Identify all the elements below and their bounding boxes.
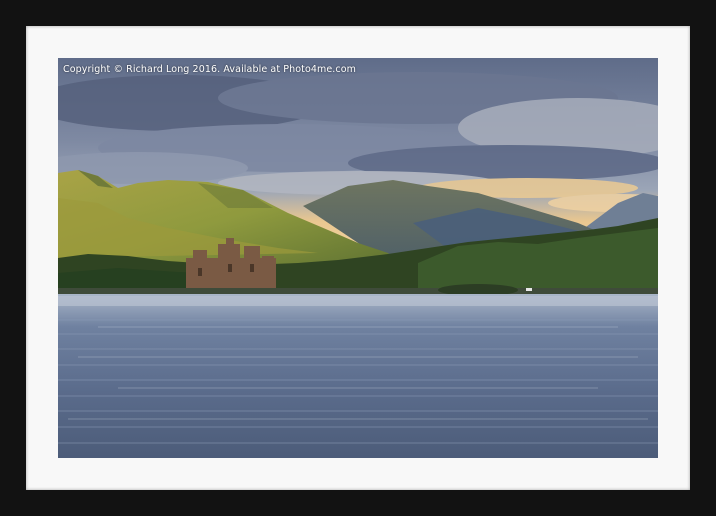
shoreline: [58, 288, 658, 294]
loch-water: [58, 294, 658, 458]
landscape-illustration: [58, 58, 658, 458]
landscape-photo: [58, 58, 658, 458]
boat: [526, 288, 532, 291]
copyright-watermark: Copyright © Richard Long 2016. Available…: [63, 64, 357, 75]
